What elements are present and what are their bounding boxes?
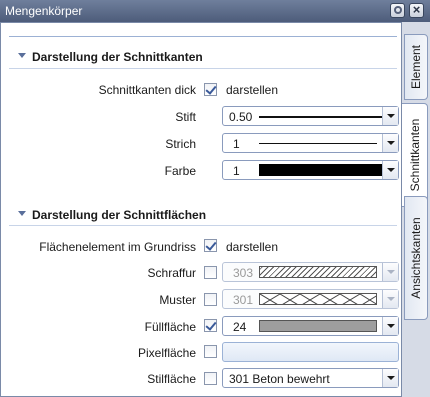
color-swatch — [259, 164, 386, 176]
close-icon: × — [412, 2, 421, 17]
hatch-preview — [259, 266, 377, 278]
stift-select[interactable]: 0.50 — [222, 106, 399, 126]
row-label-strich: Strich — [165, 137, 196, 151]
row-label-schraffur: Schraffur — [147, 266, 196, 280]
tab-label: Element — [409, 44, 423, 90]
section-title: Darstellung der Schnittflächen — [32, 208, 207, 222]
strich-select[interactable]: 1 — [222, 133, 399, 153]
row-label-farbe: Farbe — [164, 164, 196, 178]
tab-label: Ansichtskanten — [409, 217, 423, 299]
schraffur-value: 303 — [233, 266, 254, 280]
panel-divider — [9, 36, 397, 37]
strich-value: 1 — [233, 137, 240, 151]
dropdown-arrow-icon[interactable] — [382, 263, 398, 281]
muster-select[interactable]: 301 — [222, 289, 399, 309]
pattern-preview — [259, 293, 377, 305]
schraffur-checkbox[interactable] — [204, 266, 217, 279]
dropdown-arrow-icon[interactable] — [382, 134, 398, 152]
pixelflaeche-checkbox[interactable] — [204, 345, 217, 358]
tab-schnittkanten[interactable]: Schnittkanten — [402, 103, 428, 207]
section-divider — [9, 225, 397, 226]
row-label-stilflaeche: Stilfläche — [147, 372, 196, 386]
fill-color-swatch — [259, 320, 377, 332]
farbe-value: 1 — [233, 164, 240, 178]
checkbox-label-darstellen: darstellen — [226, 240, 279, 254]
close-button[interactable]: × — [409, 2, 424, 18]
collapse-triangle-icon — [18, 211, 26, 216]
tab-ansichtskanten[interactable]: Ansichtskanten — [404, 196, 428, 320]
row-label-pixelflaeche: Pixelfläche — [137, 346, 196, 360]
stilflaeche-checkbox[interactable] — [204, 372, 217, 385]
row-label-fuellflaeche: Füllfläche — [144, 320, 196, 334]
dropdown-arrow-icon[interactable] — [382, 107, 398, 125]
line-style-preview — [259, 143, 377, 144]
pen-thickness-preview — [259, 116, 386, 118]
title-bar: Mengenkörper × — [0, 0, 430, 22]
collapse-triangle-icon — [18, 53, 26, 58]
dropdown-arrow-icon[interactable] — [382, 290, 398, 308]
muster-checkbox[interactable] — [204, 293, 217, 306]
checkbox-label-darstellen: darstellen — [226, 83, 279, 97]
tab-element[interactable]: Element — [404, 34, 428, 100]
fuellflaeche-select[interactable]: 24 — [222, 316, 399, 336]
pixelflaeche-button[interactable] — [222, 342, 399, 362]
pin-button[interactable] — [390, 3, 405, 18]
pin-icon — [394, 6, 402, 14]
dropdown-arrow-icon[interactable] — [382, 317, 398, 335]
flaechenelement-checkbox[interactable] — [204, 239, 217, 252]
row-label-flaechenelement: Flächenelement im Grundriss — [39, 240, 196, 254]
schnittkanten-dick-checkbox[interactable] — [204, 83, 217, 96]
row-label-schnittkanten-dick: Schnittkanten dick — [98, 83, 196, 97]
dropdown-arrow-icon[interactable] — [382, 161, 398, 179]
properties-panel: Darstellung der Schnittkanten Schnittkan… — [0, 22, 402, 397]
section-title: Darstellung der Schnittkanten — [32, 50, 203, 64]
fuellflaeche-value: 24 — [233, 320, 247, 334]
window-title: Mengenkörper — [5, 4, 83, 18]
farbe-select[interactable]: 1 — [222, 160, 399, 180]
row-label-muster: Muster — [159, 293, 196, 307]
row-label-stift: Stift — [175, 110, 196, 124]
tab-label: Schnittkanten — [407, 118, 422, 192]
fuellflaeche-checkbox[interactable] — [204, 319, 217, 332]
schraffur-select[interactable]: 303 — [222, 262, 399, 282]
section-divider — [9, 68, 397, 69]
stilflaeche-value: 301 Beton bewehrt — [229, 372, 330, 386]
stilflaeche-select[interactable]: 301 Beton bewehrt — [222, 368, 399, 388]
stift-value: 0.50 — [229, 110, 253, 124]
muster-value: 301 — [233, 293, 254, 307]
dropdown-arrow-icon[interactable] — [382, 369, 398, 387]
